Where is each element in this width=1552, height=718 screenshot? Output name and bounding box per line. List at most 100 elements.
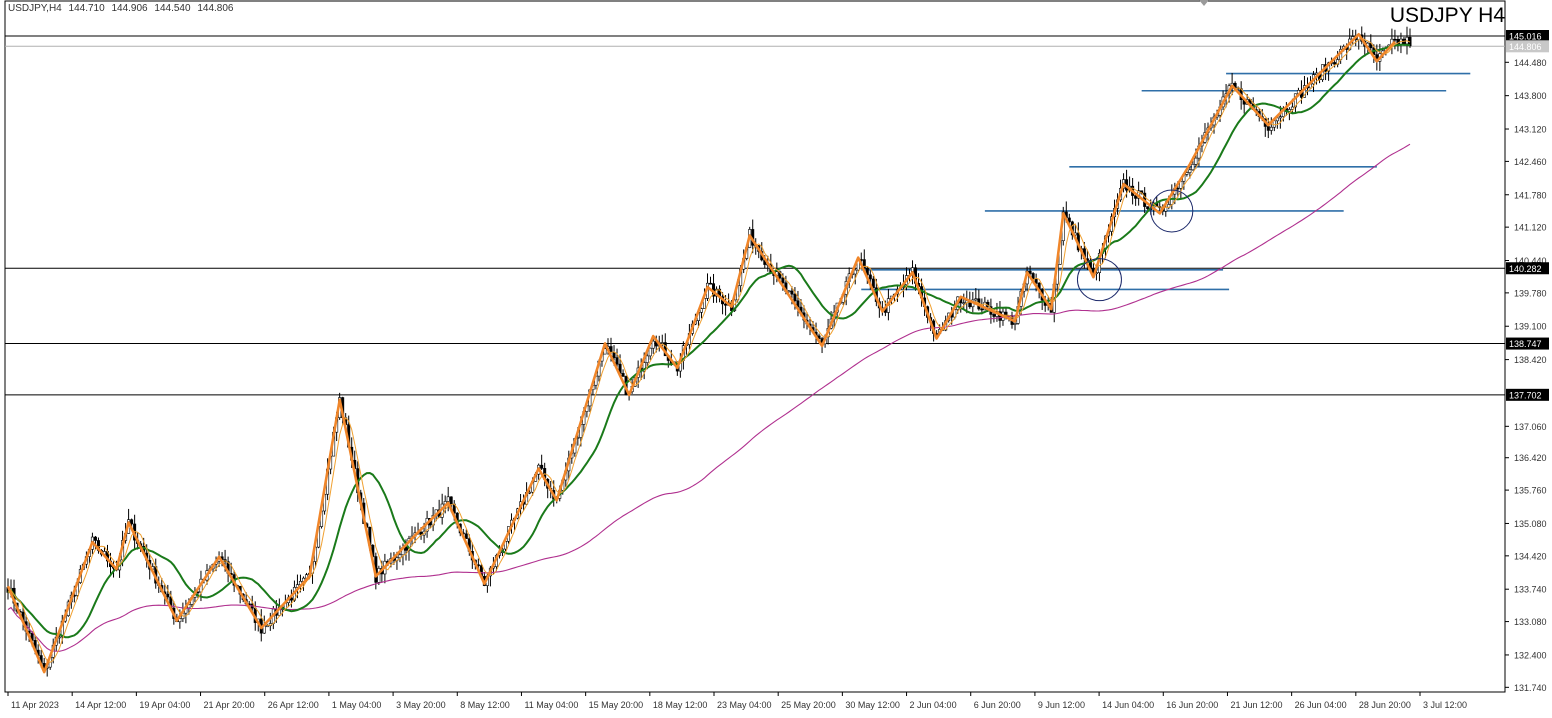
time-label: 14 Apr 12:00 — [75, 700, 126, 710]
header-low: 144.540 — [154, 3, 191, 14]
price-label: 132.400 — [1514, 650, 1547, 660]
price-level-label: 138.747 — [1509, 339, 1542, 349]
time-label: 2 Jun 04:00 — [910, 700, 957, 710]
price-label: 131.740 — [1514, 683, 1547, 693]
price-level-label: 145.016 — [1509, 32, 1542, 42]
ma-slow-line — [7, 143, 1411, 652]
zigzag-line — [6, 33, 1396, 674]
candle-body — [1393, 38, 1397, 41]
time-label: 1 May 04:00 — [332, 700, 382, 710]
price-label: 141.780 — [1514, 190, 1547, 200]
price-axis: 144.480 143.800 143.120 142.460 141.780 141.1… — [1505, 58, 1547, 693]
price-level-label: 144.806 — [1509, 42, 1542, 52]
candle-body — [130, 519, 134, 525]
header-symbol: USDJPY,H4 — [8, 3, 62, 14]
chart-title: USDJPY H4 — [1389, 4, 1505, 27]
candle-body — [615, 357, 619, 365]
price-level-label: 140.282 — [1509, 264, 1542, 274]
time-label: 25 May 20:00 — [781, 700, 836, 710]
header-high: 144.906 — [111, 3, 148, 14]
candle-body — [1191, 164, 1195, 171]
price-label: 135.760 — [1514, 486, 1547, 496]
time-axis: 11 Apr 2023 14 Apr 12:00 19 Apr 04:00 21 Ap… — [7, 692, 1467, 710]
candle-body — [464, 533, 468, 539]
chart-header: USDJPY,H4 144.710 144.906 144.540 144.80… — [8, 3, 237, 14]
time-label: 23 May 04:00 — [717, 700, 772, 710]
time-label: 9 Jun 12:00 — [1038, 700, 1085, 710]
time-label: 3 Jul 12:00 — [1423, 700, 1467, 710]
candle-body — [790, 290, 794, 295]
candle-body — [166, 593, 170, 598]
price-label: 137.060 — [1514, 422, 1547, 432]
candle-body — [1028, 270, 1032, 274]
time-label: 30 May 12:00 — [845, 700, 900, 710]
candle-body — [651, 340, 655, 349]
candle-body — [974, 298, 978, 301]
price-label: 139.100 — [1514, 322, 1547, 332]
price-label: 138.420 — [1514, 355, 1547, 365]
time-label: 11 May 04:00 — [524, 700, 578, 710]
candle-body — [724, 303, 728, 306]
candle-body — [962, 302, 966, 304]
candle-body — [793, 293, 797, 302]
candle-body — [404, 546, 408, 551]
candle-body — [645, 355, 649, 363]
candle-body — [449, 496, 453, 505]
price-label: 133.740 — [1514, 585, 1547, 595]
price-label: 133.080 — [1514, 617, 1547, 627]
chart-canvas[interactable]: 144.480 143.800 143.120 142.460 141.780 141.1… — [0, 0, 1552, 713]
time-label: 15 May 20:00 — [589, 700, 644, 710]
candle-body — [709, 282, 713, 285]
time-label: 18 May 12:00 — [653, 700, 708, 710]
chevron-down-icon[interactable] — [1199, 0, 1209, 6]
candle-body — [980, 308, 984, 311]
ma-fast-line — [7, 37, 1411, 663]
price-chart[interactable]: 144.480 143.800 143.120 142.460 141.780 141.1… — [0, 0, 1552, 713]
candle-body — [1176, 187, 1180, 190]
header-open: 144.710 — [68, 3, 105, 14]
time-label: 6 Jun 20:00 — [974, 700, 1021, 710]
candle-body — [1164, 206, 1168, 212]
candle-body — [265, 625, 269, 628]
candle-body — [540, 464, 544, 469]
candle-body — [660, 342, 664, 344]
price-label: 144.480 — [1514, 58, 1547, 68]
price-label: 134.420 — [1514, 551, 1547, 561]
price-label: 135.080 — [1514, 519, 1547, 529]
ma-mid-line — [7, 43, 1411, 639]
candle-body — [1146, 206, 1150, 210]
time-label: 3 May 20:00 — [396, 700, 446, 710]
time-label: 21 Jun 12:00 — [1230, 700, 1282, 710]
candle-body — [1333, 62, 1337, 65]
price-label: 143.800 — [1514, 91, 1547, 101]
header-close: 144.806 — [197, 3, 234, 14]
candle-body — [853, 269, 857, 275]
time-label: 14 Jun 04:00 — [1102, 700, 1154, 710]
time-label: 26 Jun 04:00 — [1295, 700, 1347, 710]
time-label: 11 Apr 2023 — [11, 700, 59, 710]
candle-body — [93, 536, 97, 541]
time-label: 26 Apr 12:00 — [268, 700, 319, 710]
candle-body — [868, 274, 872, 280]
candle-body — [1266, 126, 1270, 131]
candle-body — [621, 373, 625, 377]
time-label: 19 Apr 04:00 — [139, 700, 190, 710]
price-label: 139.780 — [1514, 288, 1547, 298]
time-label: 21 Apr 20:00 — [204, 700, 255, 710]
time-label: 28 Jun 20:00 — [1359, 700, 1411, 710]
candle-body — [612, 352, 616, 358]
plot-frame — [4, 0, 1506, 693]
price-label: 143.120 — [1514, 125, 1547, 135]
price-label: 142.460 — [1514, 157, 1547, 167]
candle-body — [992, 314, 996, 317]
candle-body — [1013, 323, 1017, 325]
price-label: 141.120 — [1514, 223, 1547, 233]
candle-body — [1188, 169, 1192, 173]
candles — [6, 26, 1412, 677]
candle-body — [781, 277, 785, 284]
price-level-label: 137.702 — [1509, 390, 1542, 400]
candle-body — [648, 347, 652, 357]
candle-body — [1278, 116, 1282, 119]
time-label: 16 Jun 20:00 — [1166, 700, 1218, 710]
candle-body — [1269, 126, 1273, 131]
